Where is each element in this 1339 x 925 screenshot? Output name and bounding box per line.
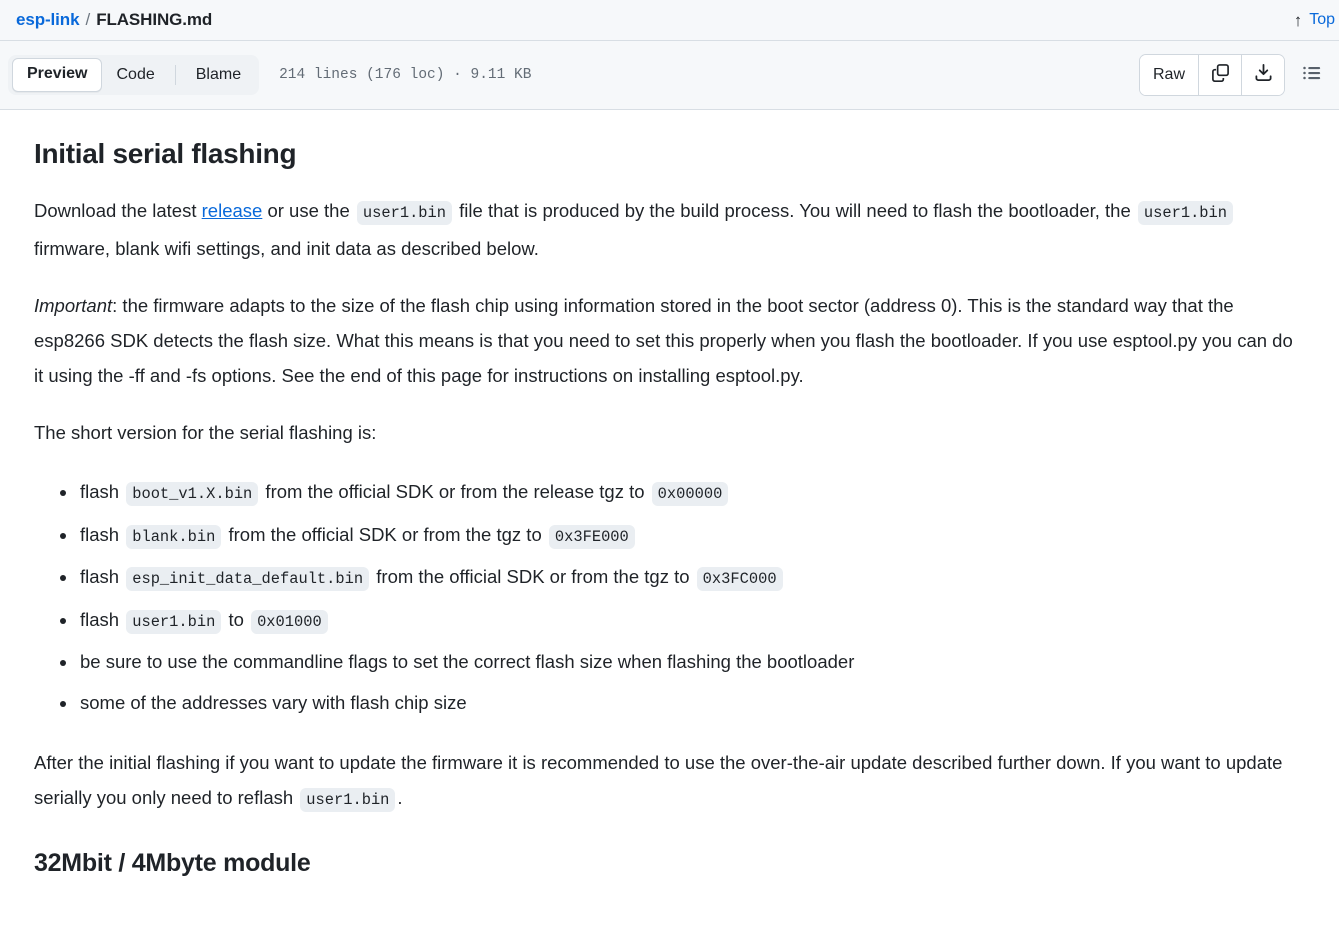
- list-item: flash blank.bin from the official SDK or…: [60, 515, 1305, 558]
- bullet-3-code-file: user1.bin: [126, 609, 222, 634]
- inline-code-user1bin-b: user1.bin: [1137, 201, 1234, 225]
- file-stats-text: 214 lines (176 loc) · 9.11 KB: [279, 67, 532, 83]
- markdown-content: Initial serial flashing Download the lat…: [0, 110, 1339, 879]
- download-button[interactable]: [1241, 55, 1284, 95]
- bullet-0-code-file: boot_v1.X.bin: [126, 482, 259, 506]
- bullet-2-pre: flash: [80, 566, 125, 587]
- para1-text-3: file that is produced by the build proce…: [454, 200, 1136, 221]
- toolbar-actions: Raw: [1138, 54, 1329, 96]
- paragraph-important: Important: the firmware adapts to the si…: [34, 288, 1305, 393]
- tab-blame[interactable]: Blame: [182, 59, 255, 91]
- copy-icon: [1211, 63, 1230, 87]
- para4-text-2: .: [397, 787, 403, 808]
- para2-text: : the firmware adapts to the size of the…: [34, 295, 1293, 386]
- bullet-2-mid: from the official SDK or from the tgz to: [371, 566, 695, 587]
- para4-text-1: After the initial flashing if you want t…: [34, 752, 1283, 808]
- outline-list-icon: [1302, 63, 1322, 88]
- para1-text-1: Download the latest: [34, 200, 202, 221]
- arrow-up-icon: ↑: [1293, 10, 1303, 30]
- list-item: be sure to use the commandline flags to …: [60, 642, 1305, 683]
- file-toolbar: Preview Code Blame 214 lines (176 loc) ·…: [0, 41, 1339, 110]
- release-link[interactable]: release: [202, 200, 263, 221]
- para1-text-4: firmware, blank wifi settings, and init …: [34, 238, 539, 259]
- breadcrumb-repo-link[interactable]: esp-link: [16, 10, 80, 30]
- bullet-0-pre: flash: [80, 481, 125, 502]
- breadcrumb-separator: /: [85, 10, 91, 29]
- raw-button[interactable]: Raw: [1139, 55, 1198, 95]
- list-item: flash esp_init_data_default.bin from the…: [60, 557, 1305, 600]
- back-to-top-link[interactable]: ↑ Top: [1294, 11, 1339, 29]
- list-item: some of the addresses vary with flash ch…: [60, 683, 1305, 724]
- view-mode-segmented-control: Preview Code Blame: [8, 55, 260, 95]
- bullet-1-code-file: blank.bin: [126, 524, 222, 549]
- paragraph-short-version: The short version for the serial flashin…: [34, 422, 377, 443]
- bullet-3-code-address: 0x01000: [251, 609, 328, 634]
- bullet-0-code-address: 0x00000: [651, 482, 729, 506]
- paragraph-download: Download the latest release or use the u…: [34, 193, 1305, 266]
- breadcrumb-bar: esp-link / FLASHING.md ↑ Top: [0, 0, 1339, 41]
- bullet-3-mid: to: [223, 608, 250, 630]
- section-heading-32mbit: 32Mbit / 4Mbyte module: [34, 849, 311, 877]
- bullet-3-pre: flash: [80, 608, 125, 630]
- bullet-5-pre: some of the addresses vary with flash ch…: [80, 691, 467, 713]
- tab-code[interactable]: Code: [102, 59, 168, 91]
- bullet-1-mid: from the official SDK or from the tgz to: [223, 523, 547, 545]
- bullet-2-code-file: esp_init_data_default.bin: [126, 567, 370, 591]
- breadcrumb-filename: FLASHING.md: [96, 10, 213, 29]
- bullet-4-pre: be sure to use the commandline flags to …: [80, 651, 855, 672]
- bullet-2-code-address: 0x3FC000: [696, 567, 783, 591]
- list-item: flash user1.bin to 0x01000: [60, 600, 1305, 643]
- paragraph-after-flashing: After the initial flashing if you want t…: [34, 745, 1305, 818]
- file-action-button-group: Raw: [1138, 54, 1285, 96]
- bullet-1-pre: flash: [80, 523, 125, 545]
- page-title: Initial serial flashing: [34, 138, 297, 169]
- flash-steps-list: flash boot_v1.X.bin from the official SD…: [34, 472, 1305, 723]
- para1-text-2: or use the: [262, 200, 355, 221]
- download-icon: [1254, 63, 1273, 87]
- inline-code-user1bin-c: user1.bin: [300, 788, 396, 812]
- bullet-1-code-address: 0x3FE000: [548, 524, 635, 549]
- outline-toggle-button[interactable]: [1295, 58, 1329, 92]
- important-emphasis: Important: [34, 295, 113, 316]
- segmented-divider: [174, 65, 176, 85]
- back-to-top-label: Top: [1309, 11, 1335, 28]
- bullet-0-mid: from the official SDK or from the releas…: [260, 481, 650, 502]
- tab-preview[interactable]: Preview: [12, 58, 103, 92]
- list-item: flash boot_v1.X.bin from the official SD…: [60, 472, 1305, 515]
- inline-code-user1bin-a: user1.bin: [356, 201, 453, 225]
- copy-raw-button[interactable]: [1198, 55, 1241, 95]
